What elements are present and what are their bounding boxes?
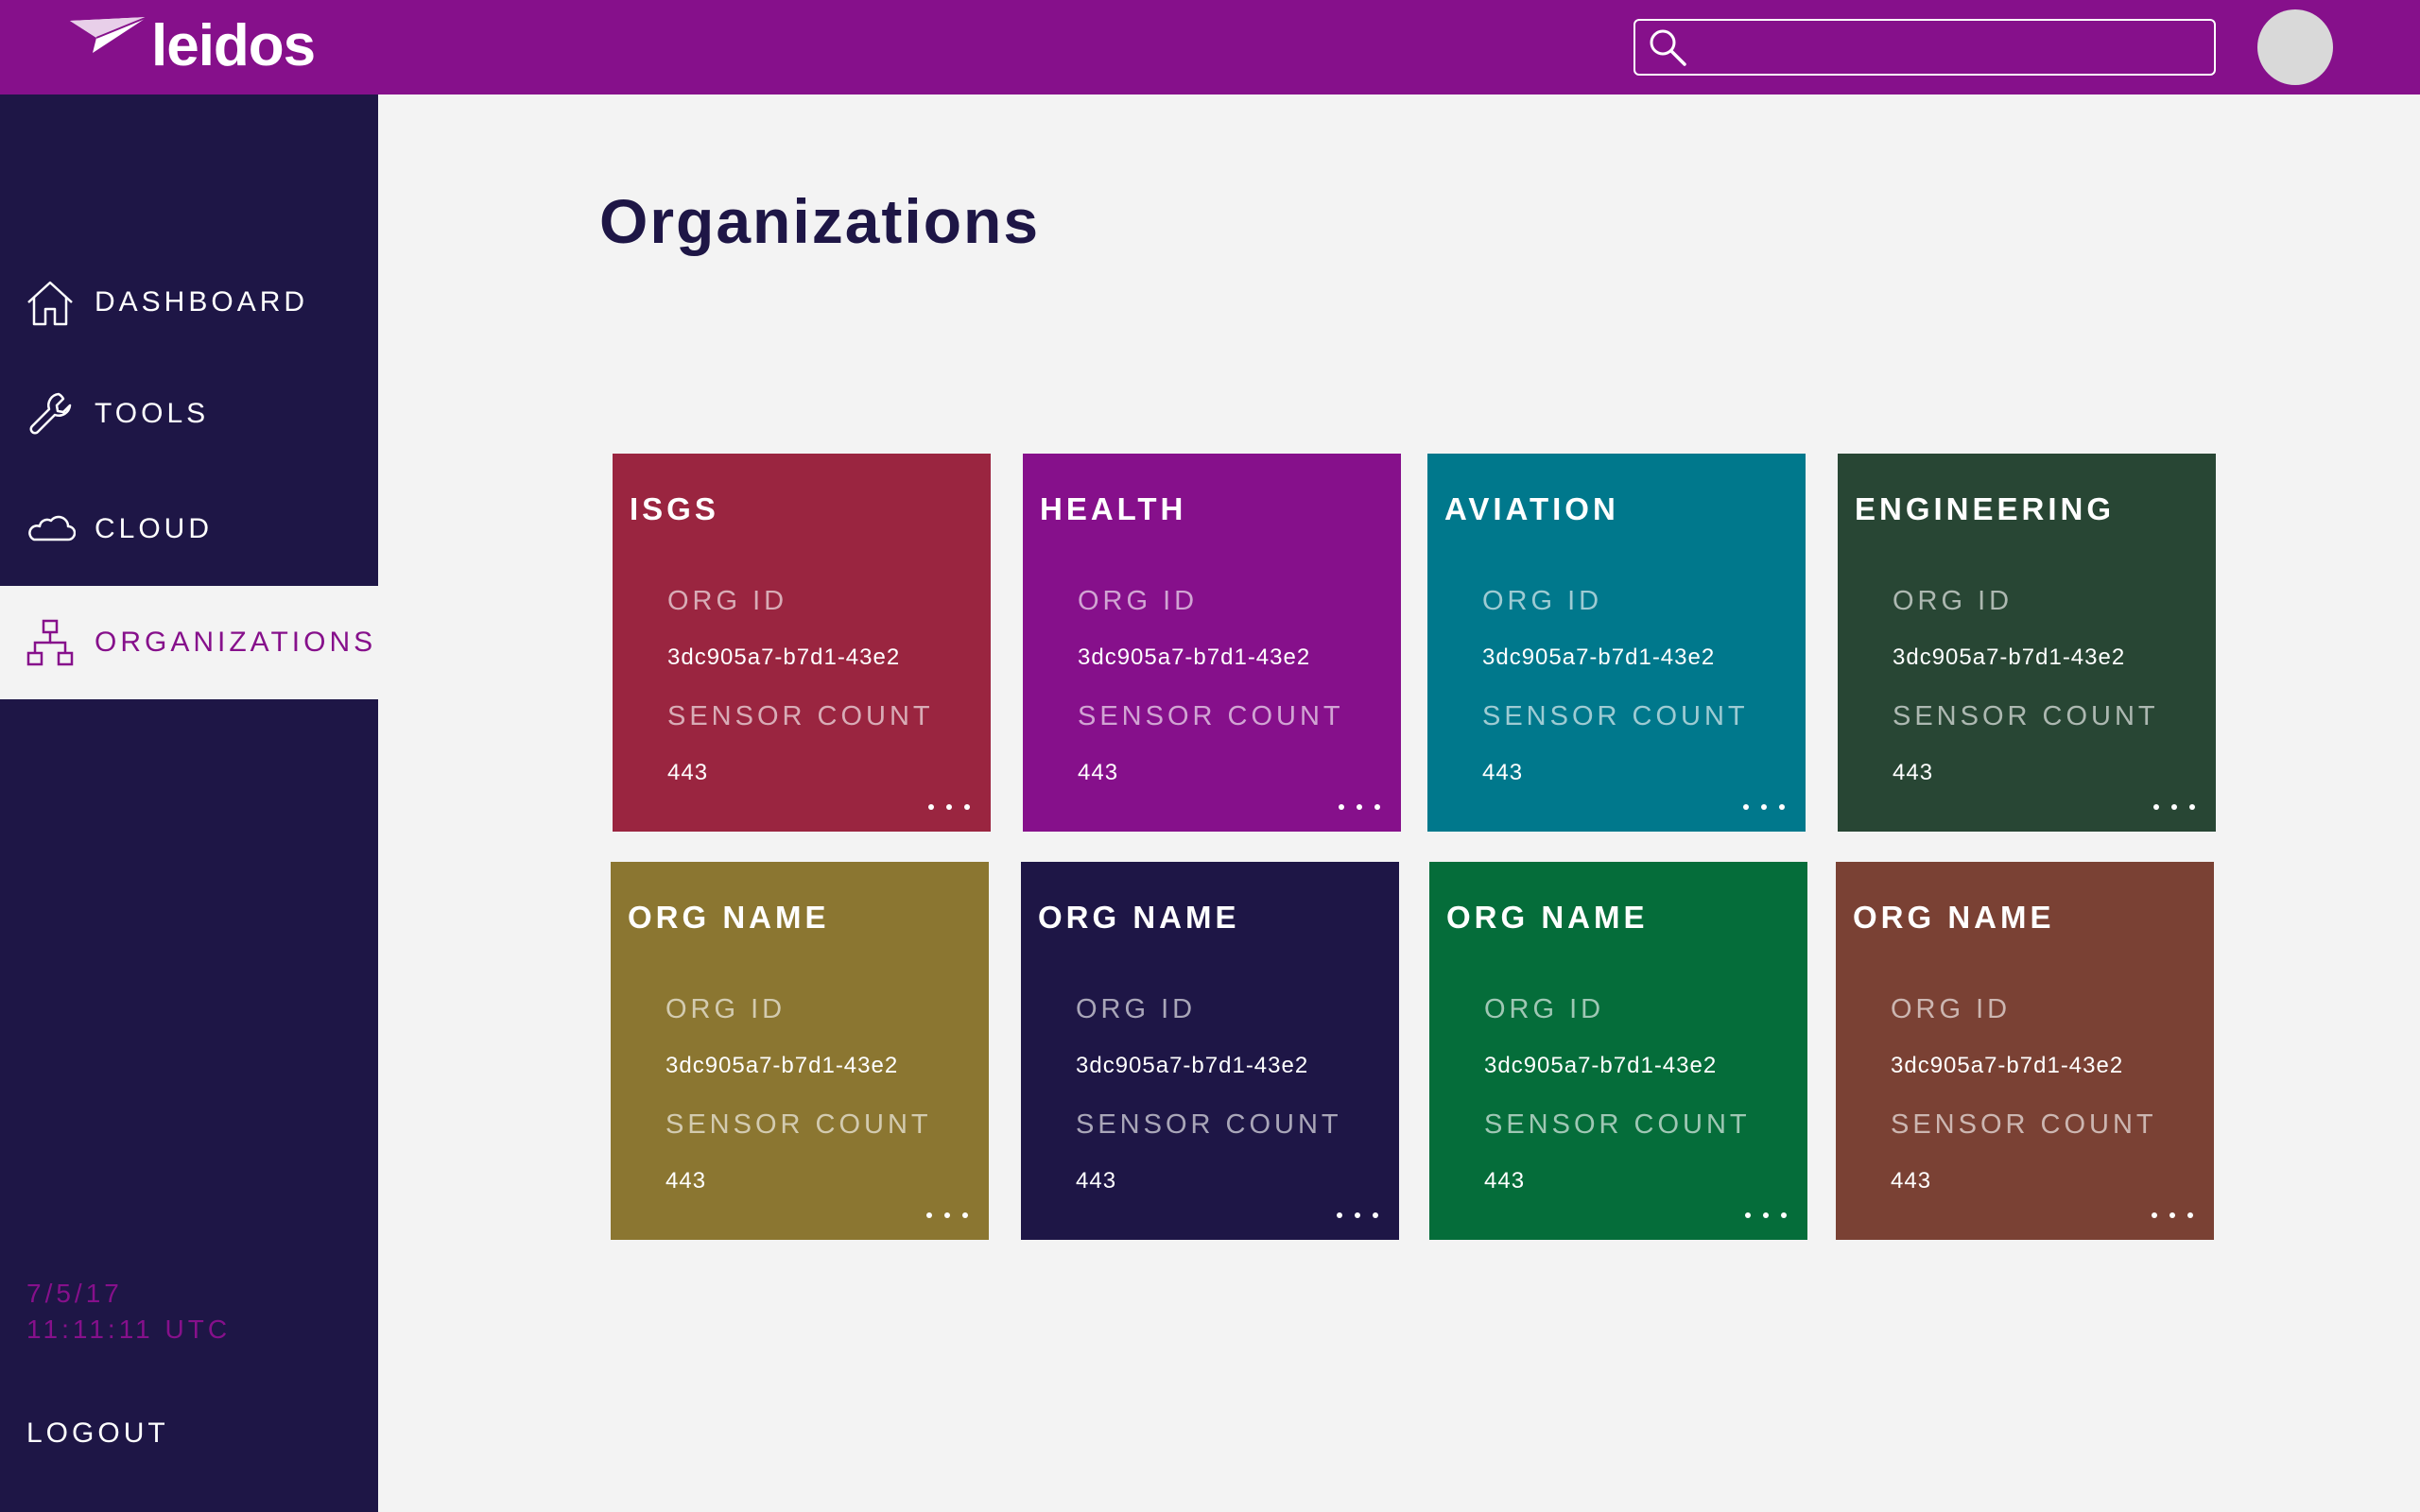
search-icon bbox=[1650, 29, 1686, 66]
org-id-label: ORG ID bbox=[1078, 586, 1199, 616]
org-card[interactable]: ORG NAME ORG ID 3dc905a7-b7d1-43e2 SENSO… bbox=[1836, 862, 2214, 1240]
org-id-value: 3dc905a7-b7d1-43e2 bbox=[666, 1053, 899, 1078]
logout-button[interactable]: LOGOUT bbox=[26, 1418, 169, 1450]
date-text: 7/5/17 bbox=[26, 1279, 123, 1308]
org-id-label: ORG ID bbox=[666, 994, 786, 1024]
search-box[interactable] bbox=[1634, 19, 2216, 76]
sensor-count-label: SENSOR COUNT bbox=[1484, 1109, 1751, 1140]
more-options-icon[interactable] bbox=[2153, 799, 2195, 815]
org-chart-icon bbox=[25, 617, 76, 668]
more-options-icon[interactable] bbox=[1743, 799, 1785, 815]
org-card[interactable]: AVIATION ORG ID 3dc905a7-b7d1-43e2 SENSO… bbox=[1427, 454, 1806, 832]
sensor-count-value: 443 bbox=[1076, 1168, 1117, 1194]
sensor-count-value: 443 bbox=[1484, 1168, 1526, 1194]
org-name: ORG NAME bbox=[1038, 900, 1240, 935]
org-card[interactable]: ORG NAME ORG ID 3dc905a7-b7d1-43e2 SENSO… bbox=[1021, 862, 1399, 1240]
org-name: ORG NAME bbox=[628, 900, 830, 935]
sidebar-item-tools[interactable]: TOOLS bbox=[0, 357, 378, 471]
sensor-count-label: SENSOR COUNT bbox=[1078, 701, 1344, 731]
sensor-count-value: 443 bbox=[667, 760, 709, 785]
org-id-label: ORG ID bbox=[1891, 994, 2012, 1024]
org-name: ORG NAME bbox=[1446, 900, 1649, 935]
page-title: Organizations bbox=[599, 186, 1041, 256]
org-id-value: 3dc905a7-b7d1-43e2 bbox=[1076, 1053, 1309, 1078]
more-options-icon[interactable] bbox=[1337, 1208, 1378, 1223]
sidebar-item-label: CLOUD bbox=[95, 513, 214, 544]
org-id-label: ORG ID bbox=[1893, 586, 2014, 616]
org-id-value: 3dc905a7-b7d1-43e2 bbox=[1482, 644, 1716, 670]
sidebar: DASHBOARD TOOLS CLOUD ORGANIZATIONS 7/5/… bbox=[0, 94, 378, 1512]
org-id-label: ORG ID bbox=[667, 586, 788, 616]
org-id-value: 3dc905a7-b7d1-43e2 bbox=[1891, 1053, 2124, 1078]
org-card[interactable]: HEALTH ORG ID 3dc905a7-b7d1-43e2 SENSOR … bbox=[1023, 454, 1401, 832]
sensor-count-label: SENSOR COUNT bbox=[1482, 701, 1749, 731]
cloud-icon bbox=[25, 504, 76, 555]
org-id-value: 3dc905a7-b7d1-43e2 bbox=[1484, 1053, 1718, 1078]
org-card[interactable]: ORG NAME ORG ID 3dc905a7-b7d1-43e2 SENSO… bbox=[611, 862, 989, 1240]
sensor-count-label: SENSOR COUNT bbox=[666, 1109, 932, 1140]
org-id-value: 3dc905a7-b7d1-43e2 bbox=[667, 644, 901, 670]
wrench-icon bbox=[25, 388, 76, 439]
sidebar-item-cloud[interactable]: CLOUD bbox=[0, 472, 378, 586]
sensor-count-value: 443 bbox=[1482, 760, 1524, 785]
org-name: ISGS bbox=[630, 491, 719, 526]
top-bar: leidos bbox=[0, 0, 2420, 94]
paper-plane-logo-icon bbox=[70, 16, 148, 53]
sensor-count-label: SENSOR COUNT bbox=[1891, 1109, 2157, 1140]
org-card[interactable]: ORG NAME ORG ID 3dc905a7-b7d1-43e2 SENSO… bbox=[1429, 862, 1807, 1240]
sensor-count-label: SENSOR COUNT bbox=[1893, 701, 2159, 731]
more-options-icon[interactable] bbox=[1339, 799, 1380, 815]
org-card[interactable]: ISGS ORG ID 3dc905a7-b7d1-43e2 SENSOR CO… bbox=[613, 454, 991, 832]
org-name: HEALTH bbox=[1040, 491, 1187, 526]
more-options-icon[interactable] bbox=[1745, 1208, 1787, 1223]
org-id-label: ORG ID bbox=[1076, 994, 1197, 1024]
time-text: 11:11:11 UTC bbox=[26, 1314, 232, 1344]
datetime-display: 7/5/17 11:11:11 UTC bbox=[26, 1276, 231, 1348]
sidebar-item-label: ORGANIZATIONS bbox=[95, 627, 377, 658]
sidebar-item-label: TOOLS bbox=[95, 398, 210, 429]
avatar[interactable] bbox=[2257, 9, 2333, 85]
org-name: ENGINEERING bbox=[1855, 491, 2116, 526]
org-id-value: 3dc905a7-b7d1-43e2 bbox=[1893, 644, 2126, 670]
more-options-icon[interactable] bbox=[926, 1208, 968, 1223]
sidebar-item-label: DASHBOARD bbox=[95, 286, 309, 318]
sensor-count-label: SENSOR COUNT bbox=[667, 701, 934, 731]
sidebar-item-organizations[interactable]: ORGANIZATIONS bbox=[0, 586, 378, 699]
home-icon bbox=[25, 277, 76, 328]
search-input[interactable] bbox=[1688, 21, 2214, 74]
org-id-value: 3dc905a7-b7d1-43e2 bbox=[1078, 644, 1311, 670]
sensor-count-label: SENSOR COUNT bbox=[1076, 1109, 1342, 1140]
org-card[interactable]: ENGINEERING ORG ID 3dc905a7-b7d1-43e2 SE… bbox=[1838, 454, 2216, 832]
org-id-label: ORG ID bbox=[1482, 586, 1603, 616]
sensor-count-value: 443 bbox=[1891, 1168, 1932, 1194]
more-options-icon[interactable] bbox=[928, 799, 970, 815]
sensor-count-value: 443 bbox=[1078, 760, 1119, 785]
sensor-count-value: 443 bbox=[666, 1168, 707, 1194]
more-options-icon[interactable] bbox=[2152, 1208, 2193, 1223]
org-name: AVIATION bbox=[1444, 491, 1619, 526]
org-name: ORG NAME bbox=[1853, 900, 2055, 935]
logo-text: leidos bbox=[151, 13, 316, 78]
sidebar-item-dashboard[interactable]: DASHBOARD bbox=[0, 246, 378, 359]
org-id-label: ORG ID bbox=[1484, 994, 1605, 1024]
sensor-count-value: 443 bbox=[1893, 760, 1934, 785]
